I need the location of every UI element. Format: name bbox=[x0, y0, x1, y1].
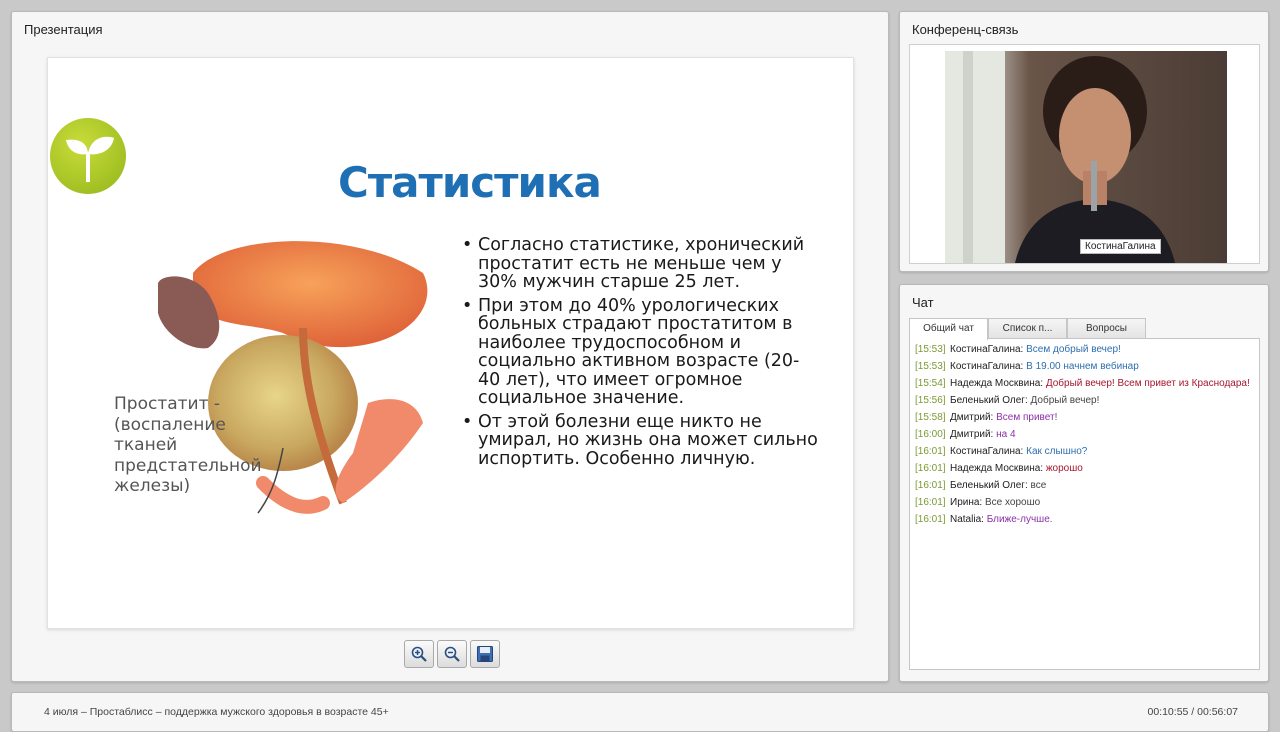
chat-message-text: Всем привет! bbox=[996, 412, 1058, 423]
tab-participants[interactable]: Список п... bbox=[988, 318, 1067, 339]
zoom-out-icon bbox=[444, 646, 460, 662]
footer-bar: 4 июля – Простаблисс – поддержка мужског… bbox=[11, 692, 1269, 732]
chat-message: [16:01] Natalia: Ближе-лучше. bbox=[915, 513, 1254, 527]
participant-name-label: КостинаГалина bbox=[1080, 239, 1161, 254]
chat-message: [16:01] Ирина: Все хорошо bbox=[915, 496, 1254, 510]
chat-message-text: Добрый вечер! Всем привет из Краснодара! bbox=[1045, 378, 1250, 389]
chat-message-time: [15:56] bbox=[915, 395, 946, 406]
chat-message: [15:53] КостинаГалина: Всем добрый вечер! bbox=[915, 343, 1254, 357]
chat-message: [16:01] КостинаГалина: Как слышно? bbox=[915, 445, 1254, 459]
zoom-in-icon bbox=[411, 646, 427, 662]
chat-message-author: Надежда Москвина: bbox=[950, 463, 1044, 474]
chat-message-time: [16:01] bbox=[915, 514, 946, 525]
chat-message-time: [16:01] bbox=[915, 480, 946, 491]
chat-message-time: [16:01] bbox=[915, 463, 946, 474]
playback-time: 00:10:55 / 00:56:07 bbox=[1147, 706, 1239, 718]
slide-caption: Простатит - (воспаление тканей предстате… bbox=[114, 394, 262, 496]
zoom-in-button[interactable] bbox=[404, 640, 434, 668]
chat-message-author: Ирина: bbox=[950, 497, 983, 508]
chat-message-author: КостинаГалина: bbox=[950, 344, 1024, 355]
slide-toolbar bbox=[404, 640, 500, 668]
chat-message-text: Добрый вечер! bbox=[1030, 395, 1100, 406]
chat-message-text: Всем добрый вечер! bbox=[1026, 344, 1121, 355]
zoom-out-button[interactable] bbox=[437, 640, 467, 668]
floppy-disk-icon bbox=[477, 646, 493, 662]
chat-message-author: КостинаГалина: bbox=[950, 446, 1024, 457]
conference-title: Конференц-связь bbox=[912, 22, 1019, 37]
chat-message-text: Все хорошо bbox=[984, 497, 1041, 508]
presentation-panel: Презентация Статистика Простатит - (восп… bbox=[11, 11, 889, 682]
chat-message: [15:56] Беленький Олег: Добрый вечер! bbox=[915, 394, 1254, 408]
chat-message-author: Беленький Олег: bbox=[950, 395, 1028, 406]
chat-message: [16:01] Беленький Олег: все bbox=[915, 479, 1254, 493]
chat-message-text: Ближе-лучше. bbox=[986, 514, 1053, 525]
chat-message: [15:53] КостинаГалина: В 19.00 начнем веб… bbox=[915, 360, 1254, 374]
slide-bullet: Согласно статистике, хронический простат… bbox=[460, 236, 820, 292]
chat-message-author: Дмитрий: bbox=[950, 429, 994, 440]
chat-message-time: [15:53] bbox=[915, 361, 946, 372]
webcam-video[interactable]: КостинаГалина bbox=[945, 51, 1227, 263]
slide-bullet-list: Согласно статистике, хронический простат… bbox=[460, 236, 820, 473]
chat-message-time: [16:01] bbox=[915, 497, 946, 508]
chat-message-text: на 4 bbox=[996, 429, 1016, 440]
video-frame: КостинаГалина bbox=[909, 44, 1260, 264]
chat-message: [16:01] Надежда Москвина: жорошо bbox=[915, 462, 1254, 476]
chat-panel: Чат Общий чат Список п... Вопросы [15:53… bbox=[899, 284, 1269, 682]
chat-message-time: [15:58] bbox=[915, 412, 946, 423]
chat-message-text: все bbox=[1030, 480, 1047, 491]
chat-message-author: Надежда Москвина: bbox=[950, 378, 1044, 389]
chat-message-author: КостинаГалина: bbox=[950, 361, 1024, 372]
slide-heading: Статистика bbox=[338, 158, 602, 207]
tab-questions[interactable]: Вопросы bbox=[1067, 318, 1146, 339]
chat-message-time: [16:00] bbox=[915, 429, 946, 440]
slide-bullet: От этой болезни еще никто не умирал, но … bbox=[460, 412, 820, 469]
chat-log[interactable]: [15:53] КостинаГалина: Всем добрый вечер!… bbox=[909, 338, 1260, 670]
slide: Статистика Простатит - (воспаление ткане… bbox=[47, 57, 854, 629]
slide-bullet: При этом до 40% урологических больных ст… bbox=[460, 296, 820, 408]
chat-message-author: Дмитрий: bbox=[950, 412, 994, 423]
chat-message: [16:00] Дмитрий: на 4 bbox=[915, 428, 1254, 442]
chat-message-text: В 19.00 начнем вебинар bbox=[1026, 361, 1139, 372]
chat-message: [15:58] Дмитрий: Всем привет! bbox=[915, 411, 1254, 425]
webcam-image bbox=[945, 51, 1175, 263]
chat-message-author: Беленький Олег: bbox=[950, 480, 1028, 491]
chat-message-time: [16:01] bbox=[915, 446, 946, 457]
conference-panel: Конференц-связь КостинаГалина bbox=[899, 11, 1269, 272]
save-button[interactable] bbox=[470, 640, 500, 668]
chat-message-author: Natalia: bbox=[950, 514, 984, 525]
chat-title: Чат bbox=[912, 295, 934, 310]
chat-tabs: Общий чат Список п... Вопросы bbox=[909, 318, 1146, 340]
chat-message-text: жорошо bbox=[1045, 463, 1083, 474]
webinar-title: 4 июля – Простаблисс – поддержка мужског… bbox=[44, 706, 389, 718]
sprout-logo-icon bbox=[50, 118, 126, 194]
presentation-title: Презентация bbox=[24, 22, 103, 37]
chat-message: [15:54] Надежда Москвина: Добрый вечер! В… bbox=[915, 377, 1254, 391]
chat-message-text: Как слышно? bbox=[1026, 446, 1088, 457]
chat-message-time: [15:53] bbox=[915, 344, 946, 355]
tab-general-chat[interactable]: Общий чат bbox=[909, 318, 988, 340]
chat-message-time: [15:54] bbox=[915, 378, 946, 389]
